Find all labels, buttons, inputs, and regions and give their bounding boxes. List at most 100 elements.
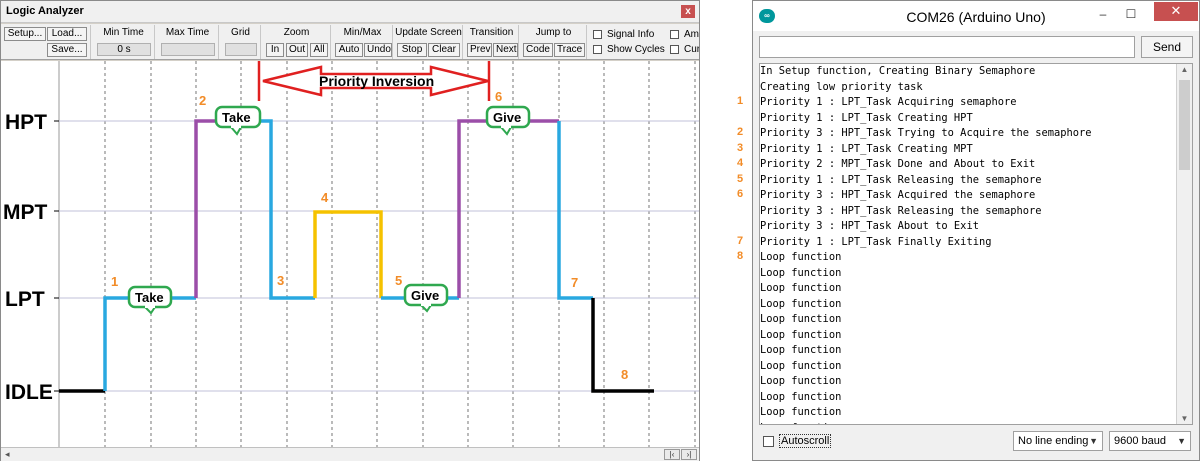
serial-line: Loop function (760, 344, 842, 356)
close-icon[interactable]: ✕ (1154, 2, 1198, 21)
scroll-down-icon[interactable]: ▼ (1177, 414, 1192, 423)
serial-line: Priority 3 : HPT_Task Releasing the sema… (760, 204, 1042, 217)
serial-marker: 1 (737, 95, 744, 107)
cur-label: Cur (684, 44, 699, 55)
signal-info-checkbox[interactable] (593, 30, 602, 39)
scrollbar-thumb[interactable] (1179, 80, 1190, 170)
autoscroll-checkbox[interactable] (763, 436, 774, 447)
serial-bottom-bar: Autoscroll No line ending ▼ 9600 baud ▼ (759, 431, 1193, 453)
serial-input[interactable] (759, 36, 1135, 58)
serial-output-lines: In Setup function, Creating Binary Semap… (760, 64, 1176, 424)
code-button[interactable]: Code (523, 43, 553, 57)
maximize-icon[interactable]: ☐ (1119, 7, 1143, 23)
close-button[interactable]: x (681, 5, 695, 18)
serial-marker: 8 (737, 250, 744, 262)
serial-line: Priority 3 : HPT_Task About to Exit (760, 220, 979, 232)
setup-button[interactable]: Setup... (4, 27, 46, 41)
load-button[interactable]: Load... (47, 27, 87, 41)
transition-label: Transition (469, 27, 514, 38)
vertical-gridlines (104, 61, 696, 447)
stop-button[interactable]: Stop (397, 43, 427, 57)
priority-inversion-label: Priority Inversion (319, 73, 434, 89)
level-label-idle: IDLE (5, 381, 53, 404)
baud-select[interactable]: 9600 baud ▼ (1109, 431, 1191, 451)
next-button[interactable]: Next (493, 43, 518, 57)
zoom-in-button[interactable]: In (266, 43, 284, 57)
logic-analyzer-title: Logic Analyzer (6, 5, 84, 17)
zoom-all-button[interactable]: All (310, 43, 328, 57)
grid-field (225, 43, 257, 56)
serial-line: Loop function (760, 251, 842, 263)
undo-button[interactable]: Undo (364, 43, 392, 57)
marker-3: 3 (277, 273, 284, 288)
marker-7: 7 (571, 275, 578, 290)
max-time-field (161, 43, 215, 56)
serial-line: Loop function (760, 390, 842, 403)
auto-button[interactable]: Auto (335, 43, 363, 57)
save-button[interactable]: Save... (47, 43, 87, 57)
screen: Logic Analyzer x Setup... Load... Save..… (0, 0, 1200, 461)
serial-line: Creating low priority task (760, 80, 923, 93)
max-time-label: Max Time (165, 27, 210, 38)
serial-line: Loop function (760, 266, 842, 279)
prev-button[interactable]: Prev (467, 43, 492, 57)
serial-line: Priority 3 : HPT_Task Trying to Acquire … (760, 127, 1092, 139)
trace-button[interactable]: Trace (554, 43, 585, 57)
serial-line: Loop function (760, 375, 842, 387)
scroll-left-icon[interactable]: ◂ (5, 449, 10, 460)
marker-8: 8 (621, 367, 628, 382)
scroll-prev-page-icon[interactable]: |‹ (664, 449, 680, 460)
serial-marker: 7 (737, 234, 744, 247)
transition-group: Transition Prev Next (465, 25, 519, 59)
show-cycles-label: Show Cycles (607, 44, 665, 55)
marker-1: 1 (111, 274, 118, 289)
serial-line: Priority 1 : LPT_Task Finally Exiting (760, 235, 992, 248)
serial-line: Priority 1 : LPT_Task Creating HPT (760, 111, 973, 124)
take-label-lpt: Take (135, 290, 164, 305)
marker-4: 4 (321, 190, 329, 205)
autoscroll-label: Autoscroll (779, 434, 832, 448)
serial-marker: 3 (737, 141, 744, 154)
min-time-label: Min Time (103, 27, 144, 38)
line-ending-value: No line ending (1018, 435, 1089, 447)
marker-2: 2 (199, 93, 206, 108)
cur-checkbox[interactable] (670, 45, 679, 54)
level-label-mpt: MPT (3, 201, 48, 224)
clear-button[interactable]: Clear (428, 43, 460, 57)
serial-output[interactable]: In Setup function, Creating Binary Semap… (759, 63, 1193, 425)
minimize-icon[interactable]: – (1091, 7, 1115, 23)
line-ending-select[interactable]: No line ending ▼ (1013, 431, 1103, 451)
serial-marker: 2 (737, 126, 744, 138)
serial-monitor-window: ∞ COM26 (Arduino Uno) – ☐ ✕ Send In Setu… (752, 0, 1200, 461)
serial-line: Priority 1 : LPT_Task Creating MPT (760, 142, 973, 155)
amp-checkbox[interactable] (670, 30, 679, 39)
show-cycles-checkbox[interactable] (593, 45, 602, 54)
scroll-up-icon[interactable]: ▲ (1177, 65, 1192, 74)
file-group: Setup... Load... Save... (1, 25, 91, 59)
serial-line: In Setup function, Creating Binary Semap… (760, 65, 1036, 77)
logic-analyzer-titlebar: Logic Analyzer x (1, 1, 699, 23)
serial-line: Loop function (760, 297, 842, 310)
max-time-group: Max Time (157, 25, 219, 59)
take-label-hpt: Take (222, 110, 251, 125)
zoom-label: Zoom (283, 27, 310, 38)
grid-label: Grid (231, 27, 250, 38)
serial-line: Loop function (760, 313, 842, 325)
serial-monitor-titlebar: ∞ COM26 (Arduino Uno) – ☐ ✕ (753, 1, 1199, 31)
horizontal-scrollbar[interactable]: ◂ |‹ ›| (1, 447, 699, 461)
trace-lpt-4 (557, 121, 593, 300)
level-label-hpt: HPT (5, 111, 47, 134)
minmax-group: Min/Max Auto Undo (333, 25, 393, 59)
serial-marker: 5 (737, 172, 744, 185)
serial-marker: 6 (737, 188, 744, 200)
vertical-scrollbar[interactable]: ▲ ▼ (1176, 64, 1192, 424)
marker-6: 6 (495, 89, 502, 104)
zoom-out-button[interactable]: Out (286, 43, 308, 57)
scroll-end-icon[interactable]: ›| (681, 449, 697, 460)
waveform-plot[interactable]: HPT MPT LPT IDLE Priority Inversion Take… (1, 61, 699, 447)
chevron-down-icon: ▼ (1177, 436, 1186, 446)
send-button[interactable]: Send (1141, 36, 1193, 58)
options-group-2: Amp Cur (669, 25, 699, 59)
trace-hpt-2 (457, 119, 559, 298)
min-time-group: Min Time 0 s (93, 25, 155, 59)
